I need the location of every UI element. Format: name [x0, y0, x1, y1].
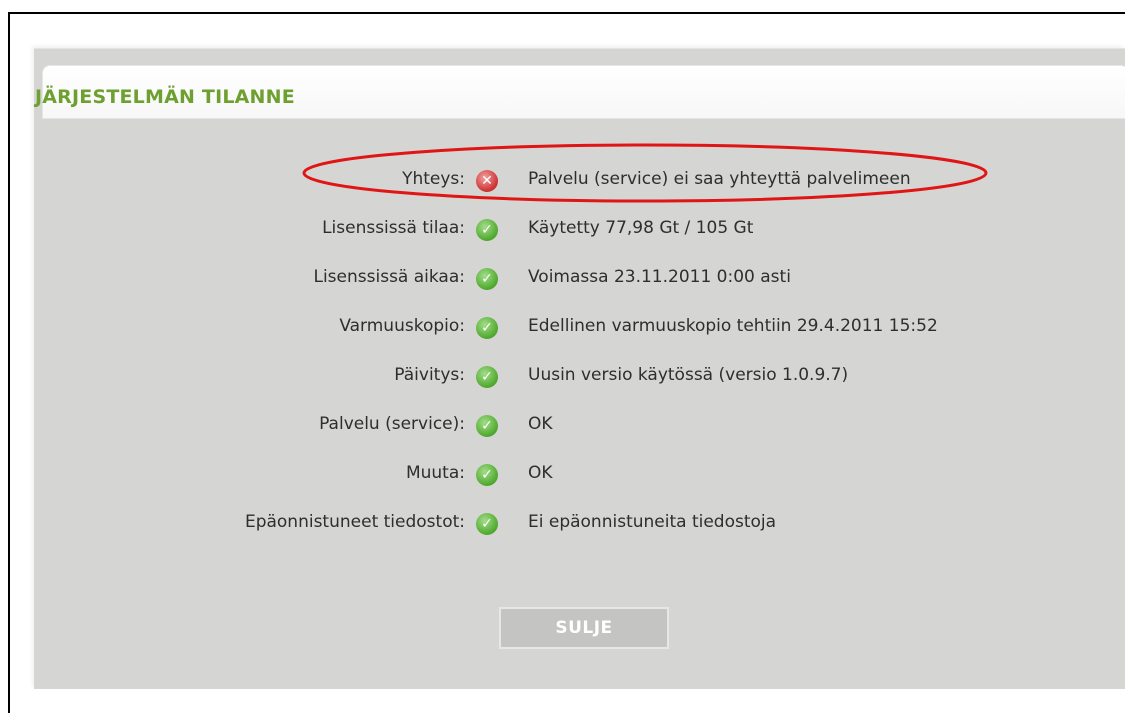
- status-value: Voimassa 23.11.2011 0:00 asti: [528, 267, 791, 287]
- status-label: Päivitys:: [394, 365, 465, 385]
- check-icon: ✓: [476, 366, 498, 388]
- status-row-backup: Varmuuskopio: ✓ Edellinen varmuuskopio t…: [34, 306, 1125, 355]
- status-value: Palvelu (service) ei saa yhteyttä palvel…: [528, 169, 911, 189]
- status-row-service: Palvelu (service): ✓ OK: [34, 404, 1125, 453]
- status-value: Ei epäonnistuneita tiedostoja: [528, 512, 777, 532]
- status-list: Yhteys: ✕ Palvelu (service) ei saa yhtey…: [34, 159, 1125, 551]
- error-x-icon: ✕: [476, 170, 498, 192]
- status-value: Uusin versio käytössä (versio 1.0.9.7): [528, 365, 849, 385]
- status-label: Varmuuskopio:: [339, 316, 465, 336]
- close-button[interactable]: SULJE: [499, 607, 669, 649]
- check-icon: ✓: [476, 219, 498, 241]
- status-label: Lisenssissä tilaa:: [322, 218, 465, 238]
- status-row-license-space: Lisenssissä tilaa: ✓ Käytetty 77,98 Gt /…: [34, 208, 1125, 257]
- check-icon: ✓: [476, 513, 498, 535]
- status-row-failed-files: Epäonnistuneet tiedostot: ✓ Ei epäonnist…: [34, 502, 1125, 551]
- status-label: Epäonnistuneet tiedostot:: [244, 512, 465, 532]
- status-row-connection: Yhteys: ✕ Palvelu (service) ei saa yhtey…: [34, 159, 1125, 208]
- dialog-title: JÄRJESTELMÄN TILANNE: [35, 86, 295, 108]
- check-icon: ✓: [476, 268, 498, 290]
- check-icon: ✓: [476, 464, 498, 486]
- status-value: Edellinen varmuuskopio tehtiin 29.4.2011…: [528, 316, 938, 336]
- status-label: Lisenssissä aikaa:: [313, 267, 465, 287]
- status-value: Käytetty 77,98 Gt / 105 Gt: [528, 218, 754, 238]
- status-row-other: Muuta: ✓ OK: [34, 453, 1125, 502]
- system-status-dialog: JÄRJESTELMÄN TILANNE Yhteys: ✕ Palvelu (…: [34, 48, 1125, 689]
- status-row-license-time: Lisenssissä aikaa: ✓ Voimassa 23.11.2011…: [34, 257, 1125, 306]
- check-icon: ✓: [476, 415, 498, 437]
- status-label: Palvelu (service):: [319, 414, 465, 434]
- status-label: Yhteys:: [402, 169, 465, 189]
- dialog-header: JÄRJESTELMÄN TILANNE: [35, 65, 1125, 119]
- status-label: Muuta:: [405, 463, 465, 483]
- status-value: OK: [528, 414, 553, 434]
- status-row-update: Päivitys: ✓ Uusin versio käytössä (versi…: [34, 355, 1125, 404]
- status-value: OK: [528, 463, 553, 483]
- check-icon: ✓: [476, 317, 498, 339]
